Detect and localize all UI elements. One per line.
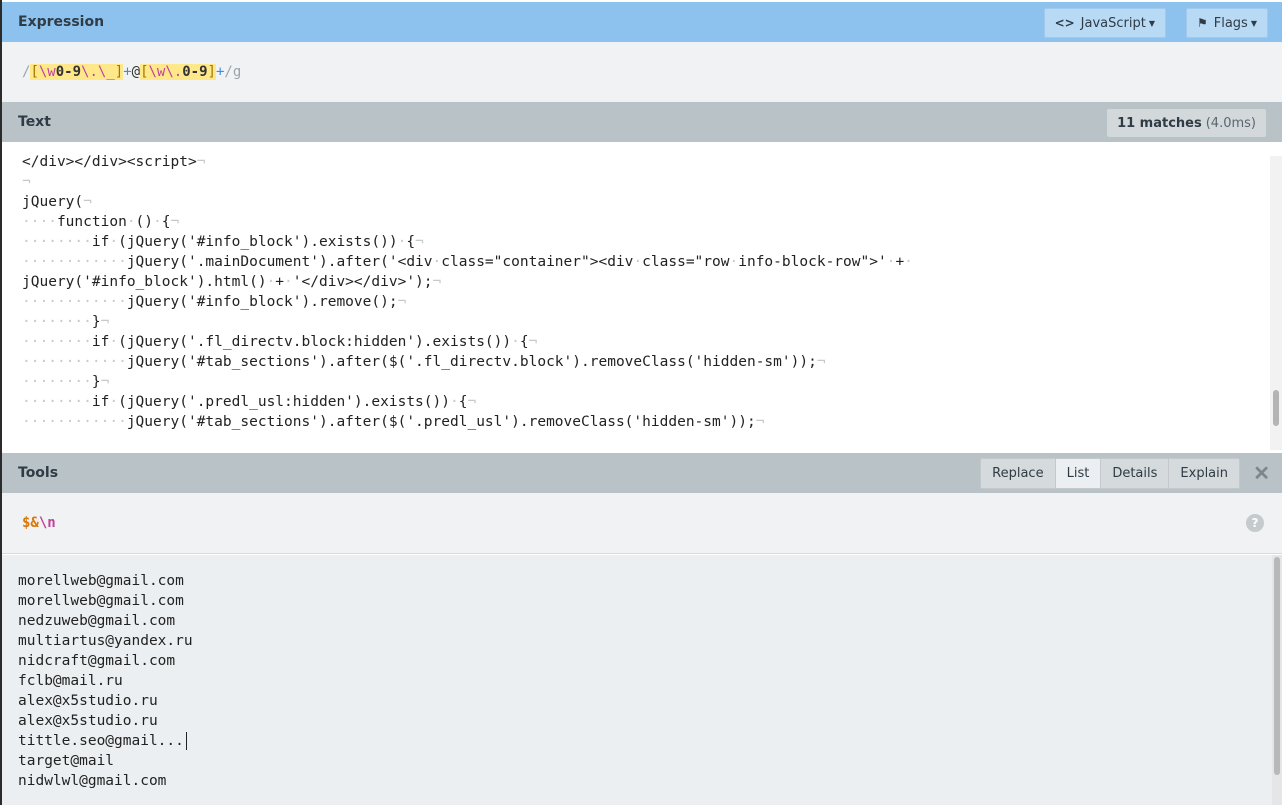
set-range: 0-9: [182, 64, 208, 80]
text-line: ············jQuery('.mainDocument').afte…: [22, 254, 913, 270]
text-line: ········if·(jQuery('.predl_usl:hidden').…: [22, 394, 477, 410]
results-scrollbar-thumb[interactable]: [1274, 557, 1280, 775]
result-item: morellweb@gmail.com: [18, 573, 184, 589]
flags-label: Flags: [1213, 15, 1248, 31]
result-item: nidwlwl@gmail.com: [18, 773, 167, 789]
result-item: alex@x5studio.ru: [18, 713, 158, 729]
flags-button[interactable]: ⚑ Flags ▼: [1185, 8, 1268, 38]
result-item: morellweb@gmail.com: [18, 593, 184, 609]
chevron-down-icon: ▼: [1250, 18, 1257, 28]
set-close: ]: [114, 64, 124, 80]
text-title: Text: [18, 114, 51, 130]
code-icon: <>: [1054, 16, 1075, 30]
text-scrollbar-thumb[interactable]: [1273, 390, 1279, 426]
text-cursor: [185, 732, 187, 750]
pattern-flags: /g: [224, 64, 242, 80]
text-editor[interactable]: </div></div><script>¬ ¬ jQuery(¬ ····functi…: [2, 142, 1282, 453]
text-content[interactable]: </div></div><script>¬ ¬ jQuery(¬ ····functi…: [22, 152, 913, 432]
result-item: target@mail: [18, 753, 115, 769]
set-open: [: [140, 64, 149, 80]
expression-header: Expression <> JavaScript ▼ ⚑ Flags ▼: [2, 2, 1282, 42]
list-expression-editor[interactable]: $&\n ?: [2, 493, 1282, 554]
text-line: jQuery('#info_block').html()·+·'</div></…: [22, 274, 442, 290]
text-line: ········if·(jQuery('.fl_directv.block:hi…: [22, 334, 538, 350]
flag-icon: ⚑: [1196, 16, 1208, 30]
tab-list[interactable]: List: [1055, 459, 1102, 488]
literal-at: @: [131, 64, 141, 80]
text-line: ········}¬: [22, 314, 110, 330]
chevron-down-icon: ▼: [1148, 18, 1155, 28]
results-list[interactable]: morellweb@gmail.com morellweb@gmail.com ne…: [18, 571, 193, 791]
set-word-escape: \w: [38, 64, 56, 80]
expression-editor[interactable]: /[\w0-9\.\_]+@[\w\.0-9]+/g: [2, 42, 1282, 102]
quantifier-plus: +: [123, 64, 132, 80]
text-line: ············jQuery('#info_block').remove…: [22, 294, 407, 310]
tools-header: Tools Replace List Details Explain ✕: [2, 453, 1282, 493]
close-icon[interactable]: ✕: [1253, 461, 1270, 486]
result-item: multiartus@yandex.ru: [18, 633, 193, 649]
match-time: (4.0ms): [1205, 115, 1256, 131]
match-count: 11 matches: [1117, 115, 1202, 131]
text-line: ············jQuery('#tab_sections').afte…: [22, 354, 826, 370]
match-count-badge: 11 matches (4.0ms): [1107, 109, 1266, 137]
result-item: tittle.seo@gmail...: [18, 731, 193, 751]
set-escape-dot: \.: [165, 64, 183, 80]
text-line: ········}¬: [22, 374, 110, 390]
flavor-label: JavaScript: [1080, 15, 1146, 31]
result-item: nedzuweb@gmail.com: [18, 613, 176, 629]
substitution-match: $&: [22, 515, 39, 531]
text-line: ····function·()·{¬: [22, 214, 180, 230]
set-escape-underscore: \_: [97, 64, 115, 80]
results-output[interactable]: morellweb@gmail.com morellweb@gmail.com ne…: [2, 555, 1282, 805]
flavor-button[interactable]: <> JavaScript ▼: [1043, 8, 1166, 38]
set-range: 0-9: [55, 64, 82, 80]
text-line: ············jQuery('#tab_sections').afte…: [22, 414, 765, 430]
expression-title: Expression: [18, 14, 105, 30]
text-header: Text 11 matches (4.0ms): [2, 102, 1282, 142]
tab-replace[interactable]: Replace: [981, 459, 1056, 488]
list-expression[interactable]: $&\n: [22, 515, 56, 531]
result-item: nidcraft@gmail.com: [18, 653, 176, 669]
help-icon[interactable]: ?: [1246, 514, 1264, 532]
text-scrollbar[interactable]: [1270, 156, 1282, 450]
result-item: alex@x5studio.ru: [18, 693, 158, 709]
tools-title: Tools: [18, 465, 59, 481]
text-line: </div></div><script>¬: [22, 154, 206, 170]
tools-tabs: Replace List Details Explain: [980, 458, 1240, 489]
char-set-2: [\w\.0-9]: [140, 64, 216, 80]
result-item: fclb@mail.ru: [18, 673, 123, 689]
tab-explain[interactable]: Explain: [1169, 459, 1239, 488]
results-scrollbar[interactable]: [1272, 555, 1282, 805]
text-line: ¬: [22, 174, 31, 190]
regex-pattern[interactable]: /[\w0-9\.\_]+@[\w\.0-9]+/g: [22, 64, 241, 80]
substitution-newline: \n: [38, 515, 56, 531]
set-escape-dot: \.: [81, 64, 98, 80]
text-line: jQuery(¬: [22, 194, 92, 210]
set-word-escape: \w: [148, 64, 166, 80]
char-set-1: [\w0-9\.\_]: [30, 64, 124, 80]
text-line: ········if·(jQuery('#info_block').exists…: [22, 234, 424, 250]
set-open: [: [30, 64, 39, 80]
set-close: ]: [207, 64, 216, 80]
tab-details[interactable]: Details: [1101, 459, 1170, 488]
